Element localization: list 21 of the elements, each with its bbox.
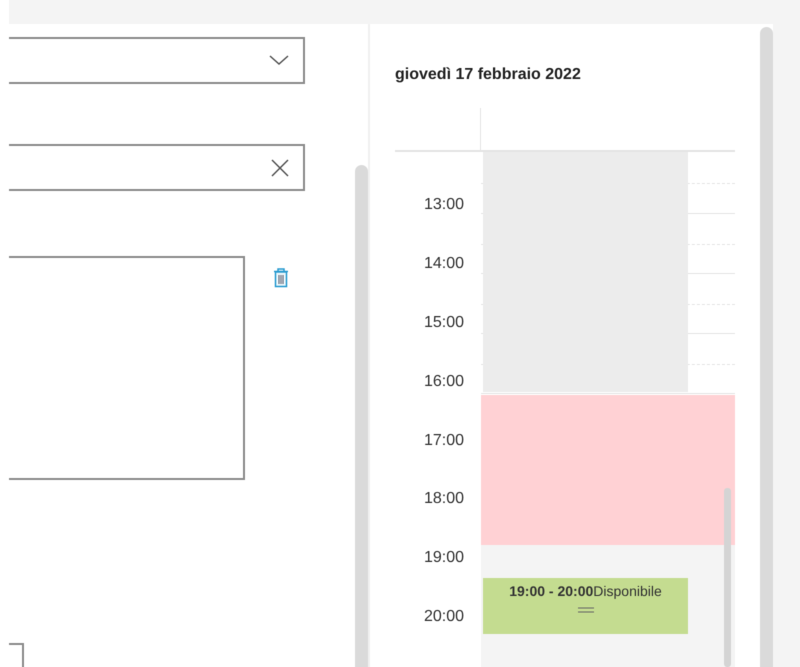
scrollbar[interactable] xyxy=(760,27,773,667)
event-text: 19:00 - 20:00Disponibile xyxy=(509,583,662,599)
time-label: 20:00 xyxy=(424,608,464,626)
trash-icon[interactable] xyxy=(273,268,289,288)
resize-handle-icon[interactable] xyxy=(578,607,594,613)
time-label: 15:00 xyxy=(424,314,464,331)
time-label: 13:00 xyxy=(424,196,464,213)
time-label: 14:00 xyxy=(424,254,464,272)
event-card[interactable]: 19:00 - 20:00Disponibile xyxy=(483,578,688,634)
date-heading: giovedì 17 febbraio 2022 xyxy=(395,66,582,85)
chevron-down-icon xyxy=(269,55,289,66)
input-field[interactable] xyxy=(9,144,305,191)
time-label: 18:00 xyxy=(424,490,464,508)
clear-icon[interactable] xyxy=(271,158,289,176)
scrollbar[interactable] xyxy=(355,165,368,667)
time-label: 16:00 xyxy=(424,372,464,390)
scrollbar[interactable] xyxy=(724,488,731,667)
text-area[interactable] xyxy=(9,256,245,480)
dropdown-field[interactable] xyxy=(9,37,305,84)
time-label: 17:00 xyxy=(424,432,464,448)
time-label: 19:00 xyxy=(424,549,464,566)
